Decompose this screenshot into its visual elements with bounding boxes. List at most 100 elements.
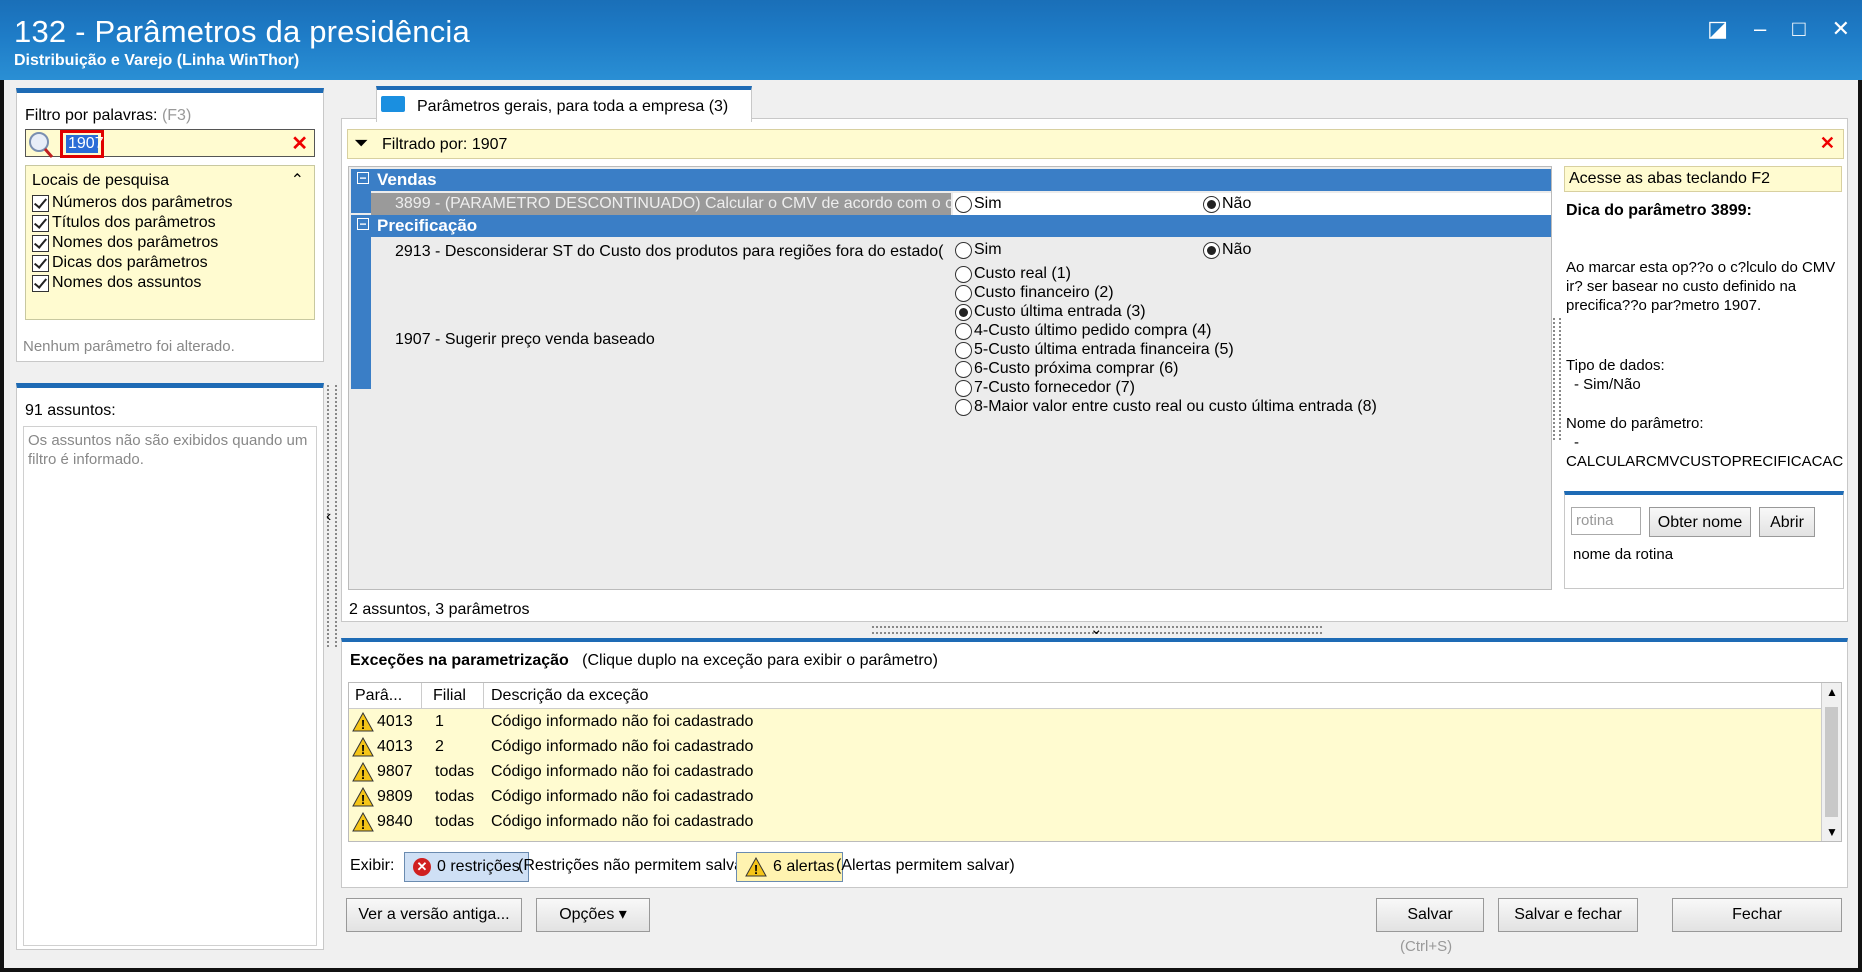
clear-filter-icon[interactable]: ✕ xyxy=(1820,133,1835,154)
close-button[interactable]: Fechar xyxy=(1672,898,1842,932)
exceptions-scrollbar[interactable]: ▲ ▼ xyxy=(1821,683,1841,841)
radio-1907-8[interactable]: 8-Maior valor entre custo real ou custo … xyxy=(955,398,1377,416)
svg-text:!: ! xyxy=(361,742,365,757)
exception-row[interactable]: ! 4013 1 Código informado não foi cadastra… xyxy=(349,710,1823,735)
checkbox-param-titles[interactable]: Títulos dos parâmetros xyxy=(32,214,216,232)
parameters-grid: − Vendas 3899 - (PARAMETRO DESCONTINUADO… xyxy=(348,166,1552,590)
subjects-panel: 91 assuntos: Os assuntos não são exibido… xyxy=(16,383,324,950)
exception-row[interactable]: ! 9840 todas Código informado não foi cada… xyxy=(349,810,1823,835)
exceptions-filter-bar: Exibir: ✕ 0 restrições (Restrições não pe… xyxy=(350,852,1840,882)
search-value[interactable]: 1907 xyxy=(60,130,104,158)
radio-3899-nao[interactable]: Não xyxy=(1203,195,1251,213)
help-splitter[interactable] xyxy=(1553,318,1561,440)
options-button[interactable]: Opções ▾ xyxy=(536,898,650,932)
group-gutter xyxy=(351,191,371,213)
group-precificacao[interactable]: − Precificação xyxy=(351,215,1551,237)
radio-1907-7[interactable]: 7-Custo fornecedor (7) xyxy=(955,379,1135,397)
folder-icon xyxy=(381,96,405,112)
svg-text:!: ! xyxy=(361,792,365,807)
param-name-label: Nome do parâmetro: xyxy=(1566,415,1704,432)
param-2913-options: Sim Não xyxy=(953,239,1551,261)
radio-3899-sim[interactable]: Sim xyxy=(955,195,1002,213)
col-param[interactable]: Parâ... xyxy=(355,687,402,705)
save-and-close-button[interactable]: Salvar e fechar xyxy=(1498,898,1638,932)
warning-icon: ! xyxy=(352,737,374,757)
svg-text:!: ! xyxy=(361,717,365,732)
scroll-thumb[interactable] xyxy=(1825,707,1838,817)
minimize-icon[interactable]: – xyxy=(1754,16,1766,42)
help-description: Ao marcar esta op??o o c?lculo do CMV ir… xyxy=(1566,259,1836,314)
filter-text: Filtrado por: 1907 xyxy=(382,136,508,153)
tabs-hint: Acesse as abas teclando F2 xyxy=(1564,166,1842,192)
old-version-button[interactable]: Ver a versão antiga... xyxy=(346,898,522,932)
exception-row[interactable]: ! 4013 2 Código informado não foi cadastra… xyxy=(349,735,1823,760)
param-row-1907[interactable]: 1907 - Sugerir preço venda baseado xyxy=(395,331,655,349)
radio-1907-1[interactable]: Custo real (1) xyxy=(955,265,1071,283)
col-filial[interactable]: Filial xyxy=(433,687,466,705)
warning-icon: ! xyxy=(352,787,374,807)
subjects-list[interactable]: Os assuntos não são exibidos quando um f… xyxy=(23,426,317,946)
warning-icon: ! xyxy=(745,857,767,877)
save-button[interactable]: Salvar xyxy=(1376,898,1484,932)
clear-search-icon[interactable]: ✕ xyxy=(291,131,308,156)
collapse-icon[interactable]: − xyxy=(357,218,369,230)
warning-icon: ! xyxy=(352,712,374,732)
get-name-button[interactable]: Obter nome xyxy=(1649,507,1751,537)
rotina-box: rotina Obter nome Abrir nome da rotina xyxy=(1564,491,1844,589)
open-button[interactable]: Abrir xyxy=(1759,507,1815,537)
radio-2913-sim[interactable]: Sim xyxy=(955,241,1002,259)
filter-label: Filtro por palavras: (F3) xyxy=(25,107,192,124)
collapse-icon[interactable]: − xyxy=(357,172,369,184)
alerts-toggle[interactable]: ! 6 alertas xyxy=(736,852,844,882)
radio-1907-2[interactable]: Custo financeiro (2) xyxy=(955,284,1114,302)
checkbox-param-tips[interactable]: Dicas dos parâmetros xyxy=(32,254,208,272)
window-controls: ◪ – □ ✕ xyxy=(1707,16,1850,42)
svg-text:!: ! xyxy=(361,767,365,782)
search-input[interactable]: 1907 ✕ xyxy=(25,129,315,158)
param-3899-options: Sim Não xyxy=(953,193,1551,215)
help-title: Dica do parâmetro 3899: xyxy=(1566,202,1752,219)
close-icon[interactable]: ✕ xyxy=(1832,16,1850,42)
radio-1907-5[interactable]: 5-Custo última entrada financeira (5) xyxy=(955,341,1234,359)
collapse-chevron-icon[interactable]: ⌃ xyxy=(291,170,304,190)
exception-row[interactable]: ! 9809 todas Código informado não foi cada… xyxy=(349,785,1823,810)
rotina-input[interactable]: rotina xyxy=(1571,507,1641,535)
exception-row[interactable]: ! 9807 todas Código informado não foi cada… xyxy=(349,760,1823,785)
radio-1907-6[interactable]: 6-Custo próxima comprar (6) xyxy=(955,360,1179,378)
collapse-left-icon[interactable]: ‹ xyxy=(326,508,331,526)
window-title: 132 - Parâmetros da presidência xyxy=(14,14,470,49)
exceptions-table: Parâ... Filial Descrição da exceção ! 40… xyxy=(348,682,1842,842)
warning-icon: ! xyxy=(352,812,374,832)
show-label: Exibir: xyxy=(350,857,395,874)
checkbox-param-numbers[interactable]: Números dos parâmetros xyxy=(32,194,233,212)
svg-text:!: ! xyxy=(754,862,758,877)
checkbox-param-names[interactable]: Nomes dos parâmetros xyxy=(32,234,218,252)
param-row-2913[interactable]: 2913 - Desconsiderar ST do Custo dos pro… xyxy=(395,243,951,261)
group-vendas[interactable]: − Vendas xyxy=(351,169,1551,191)
restrictions-note: (Restrições não permitem salvar) xyxy=(518,857,754,874)
col-description[interactable]: Descrição da exceção xyxy=(491,687,648,705)
data-type-label: Tipo de dados: xyxy=(1566,357,1665,374)
subjects-title: 91 assuntos: xyxy=(25,402,116,419)
checkbox-subject-names[interactable]: Nomes dos assuntos xyxy=(32,274,201,292)
tab-general-params[interactable]: Parâmetros gerais, para toda a empresa (… xyxy=(376,86,752,122)
search-locations: Locais de pesquisa ⌃ Números dos parâmet… xyxy=(25,165,315,320)
count-summary: 2 assuntos, 3 parâmetros xyxy=(349,601,530,618)
param-name-dash: - xyxy=(1574,434,1579,451)
param-row-3899[interactable]: 3899 - (PARAMETRO DESCONTINUADO) Calcula… xyxy=(371,193,951,215)
scroll-down-icon[interactable]: ▼ xyxy=(1826,825,1838,839)
search-icon xyxy=(29,132,54,158)
maximize-icon[interactable]: □ xyxy=(1792,16,1805,42)
restore-icon[interactable]: ◪ xyxy=(1707,16,1728,42)
radio-2913-nao[interactable]: Não xyxy=(1203,241,1251,259)
filter-panel: Filtro por palavras: (F3) 1907 ✕ Locais … xyxy=(16,88,324,362)
funnel-icon: ⏷ xyxy=(354,133,369,153)
scroll-up-icon[interactable]: ▲ xyxy=(1826,685,1838,699)
dropdown-icon: ▾ xyxy=(618,906,627,923)
collapse-down-icon[interactable]: ⌄ xyxy=(1090,620,1103,638)
radio-1907-4[interactable]: 4-Custo último pedido compra (4) xyxy=(955,322,1211,340)
rotina-caption: nome da rotina xyxy=(1573,546,1674,563)
restrictions-toggle[interactable]: ✕ 0 restrições xyxy=(404,852,529,882)
radio-1907-3[interactable]: Custo última entrada (3) xyxy=(955,303,1146,321)
exceptions-header: Exceções na parametrização (Clique duplo… xyxy=(350,652,938,669)
